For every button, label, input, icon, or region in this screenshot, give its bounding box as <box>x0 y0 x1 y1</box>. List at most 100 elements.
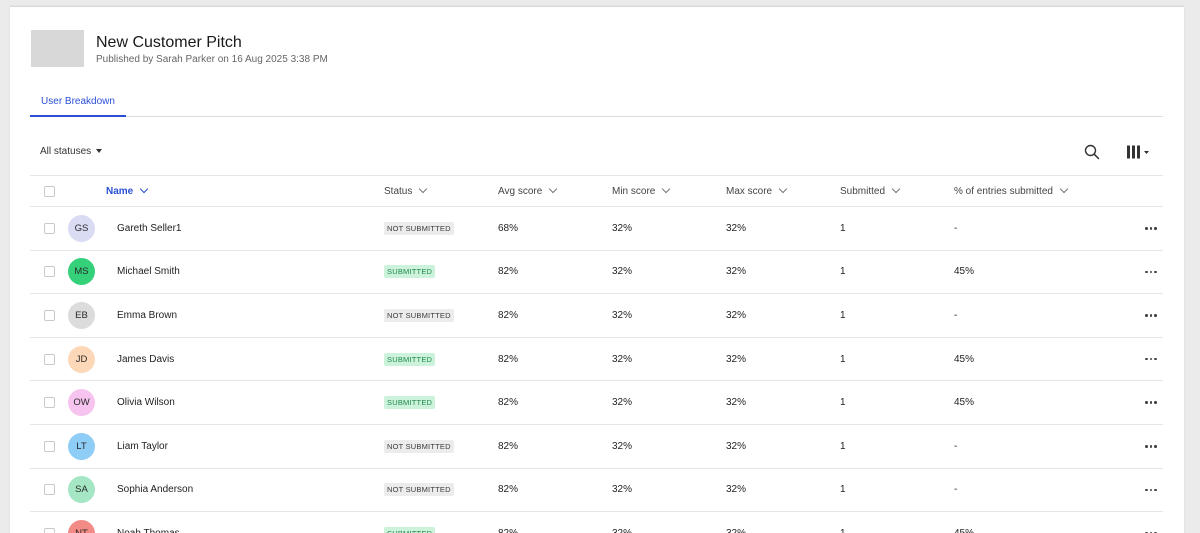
tab-bar: User Breakdown <box>30 93 1163 117</box>
user-name: James Davis <box>117 353 175 365</box>
column-header-submitted[interactable]: Submitted <box>840 176 901 206</box>
columns-menu-button[interactable] <box>1125 144 1155 160</box>
user-name: Noah Thomas <box>117 512 180 533</box>
row-more-options-button[interactable] <box>1145 512 1157 533</box>
min-score: 32% <box>612 309 633 321</box>
more-dot-icon <box>1145 270 1148 274</box>
row-checkbox[interactable] <box>44 266 55 278</box>
max-score: 32% <box>726 397 747 409</box>
status-cell: SUBMITTED <box>384 381 436 424</box>
row-more-options-button[interactable] <box>1145 251 1157 294</box>
more-dot-icon <box>1149 314 1152 317</box>
avg-score: 82% <box>498 266 519 278</box>
search-button[interactable] <box>1084 144 1100 160</box>
min-score: 32% <box>612 222 633 234</box>
chevron-down-icon <box>140 184 149 194</box>
table-row[interactable]: SA Sophia Anderson 82% 32% 32% 1 - NOT SUBMITTE… <box>30 469 1163 513</box>
user-name: Michael Smith <box>117 266 180 278</box>
tab-user-breakdown[interactable]: User Breakdown <box>30 93 126 117</box>
submitted-count: 1 <box>840 440 846 452</box>
status-filter-dropdown[interactable]: All statuses <box>40 146 103 157</box>
pct-entries-submitted: 45% <box>954 266 975 278</box>
row-checkbox[interactable] <box>44 353 55 365</box>
pct-entries-submitted: - <box>954 484 958 496</box>
table-row[interactable]: MS Michael Smith 82% 32% 32% 1 45% SUBMITTED <box>30 251 1163 295</box>
table-row[interactable]: GS Gareth Seller1 68% 32% 32% 1 - NOT SUBMITTED <box>30 207 1163 251</box>
column-header-max-score[interactable]: Max score <box>726 176 788 206</box>
pitch-thumbnail <box>31 30 84 67</box>
submitted-count: 1 <box>840 397 846 409</box>
avatar-cell: LT <box>68 425 95 468</box>
row-checkbox[interactable] <box>44 527 55 533</box>
status-cell: SUBMITTED <box>384 338 436 381</box>
row-more-options-button[interactable] <box>1145 207 1157 250</box>
row-select-cell <box>44 425 55 468</box>
status-cell: NOT SUBMITTED <box>384 207 454 250</box>
row-select-cell <box>44 381 55 424</box>
columns-icon <box>1127 145 1149 159</box>
status-badge: NOT SUBMITTED <box>384 483 454 497</box>
avatar: LT <box>68 432 95 460</box>
status-badge: NOT SUBMITTED <box>384 221 454 235</box>
pct-entries-submitted: 45% <box>954 353 975 365</box>
status-badge: SUBMITTED <box>384 396 436 410</box>
row-checkbox[interactable] <box>44 309 55 321</box>
avatar: OW <box>68 389 95 417</box>
more-dot-icon <box>1154 445 1157 448</box>
pct-entries-submitted: 45% <box>954 397 975 409</box>
row-checkbox[interactable] <box>44 484 55 496</box>
row-more-options-button[interactable] <box>1145 381 1157 424</box>
table-row[interactable]: EB Emma Brown 82% 32% 32% 1 - NOT SUBMITTED <box>30 294 1163 338</box>
more-dot-icon <box>1149 227 1152 230</box>
pct-entries-submitted: 45% <box>954 512 974 533</box>
status-badge: NOT SUBMITTED <box>384 308 454 322</box>
row-checkbox[interactable] <box>44 397 55 409</box>
row-checkbox[interactable] <box>44 222 55 234</box>
max-score: 32% <box>726 484 747 496</box>
column-header-name[interactable]: Name <box>106 176 149 206</box>
table-row[interactable]: NT Noah Thomas 82% 32% 32% 1 45% SUBMITTED <box>30 512 1163 533</box>
column-header-avg-score[interactable]: Avg score <box>498 176 558 206</box>
status-cell: NOT SUBMITTED <box>384 469 454 512</box>
column-header-pct-entries[interactable]: % of entries submitted <box>954 176 1069 206</box>
column-header-status[interactable]: Status <box>384 176 428 206</box>
chevron-down-icon <box>891 184 901 194</box>
row-more-options-button[interactable] <box>1145 294 1157 337</box>
more-dot-icon <box>1145 445 1148 448</box>
more-dot-icon <box>1145 227 1148 230</box>
column-header-min-score[interactable]: Min score <box>612 176 671 206</box>
table-row[interactable]: LT Liam Taylor 82% 32% 32% 1 - NOT SUBMITTED <box>30 425 1163 469</box>
page-title: New Customer Pitch <box>96 34 242 51</box>
chevron-down-icon <box>778 184 788 194</box>
min-score: 32% <box>612 484 633 496</box>
max-score: 32% <box>726 512 746 533</box>
select-all-checkbox[interactable] <box>44 185 55 197</box>
status-badge: SUBMITTED <box>384 352 436 366</box>
avatar: JD <box>68 345 95 373</box>
avatar: NT <box>68 519 95 533</box>
table-row[interactable]: JD James Davis 82% 32% 32% 1 45% SUBMITTED <box>30 338 1163 382</box>
chevron-down-icon <box>419 184 428 194</box>
report-panel: New Customer Pitch Published by Sarah Pa… <box>10 6 1184 533</box>
more-dot-icon <box>1154 488 1157 492</box>
min-score: 32% <box>612 397 633 409</box>
min-score: 32% <box>612 512 632 533</box>
row-checkbox[interactable] <box>44 440 55 452</box>
row-more-options-button[interactable] <box>1145 338 1157 381</box>
table-row[interactable]: OW Olivia Wilson 82% 32% 32% 1 45% SUBMITTED <box>30 381 1163 425</box>
more-dot-icon <box>1154 357 1157 361</box>
min-score: 32% <box>612 440 633 452</box>
more-dot-icon <box>1145 314 1148 317</box>
min-score: 32% <box>612 266 633 278</box>
more-dot-icon <box>1149 488 1152 492</box>
chevron-down-icon <box>549 184 558 194</box>
row-more-options-button[interactable] <box>1145 425 1157 468</box>
avatar-cell: NT <box>68 512 95 533</box>
row-more-options-button[interactable] <box>1145 469 1157 512</box>
pct-entries-submitted: - <box>954 222 958 234</box>
avg-score: 82% <box>498 353 519 365</box>
user-name: Emma Brown <box>117 309 178 321</box>
more-dot-icon <box>1149 357 1152 361</box>
max-score: 32% <box>726 440 747 452</box>
status-cell: NOT SUBMITTED <box>384 294 454 337</box>
